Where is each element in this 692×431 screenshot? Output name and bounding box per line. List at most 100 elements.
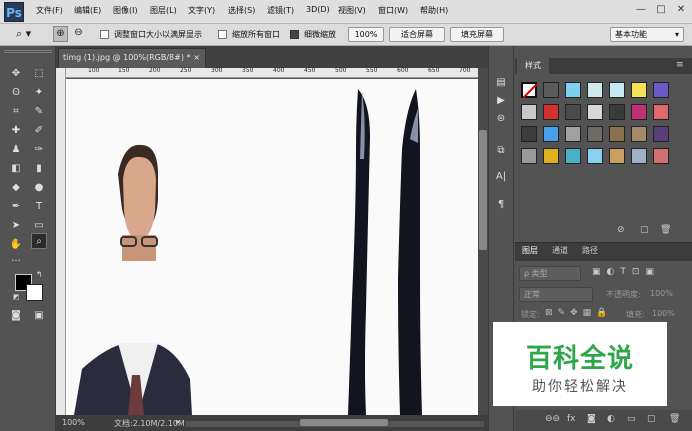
style-swatch[interactable] — [543, 126, 559, 142]
style-swatch[interactable] — [653, 104, 669, 120]
tab-layers[interactable]: 图层 — [522, 245, 538, 256]
gradient-tool-icon[interactable]: ▮ — [31, 161, 47, 177]
path-selection-tool-icon[interactable]: ➤ — [8, 218, 24, 234]
document-canvas[interactable] — [66, 79, 478, 415]
clear-style-icon[interactable]: ⊘ — [617, 225, 625, 235]
menu-window[interactable]: 窗口(W) — [378, 5, 408, 16]
status-zoom[interactable]: 100% — [62, 418, 85, 427]
menu-edit[interactable]: 编辑(E) — [74, 5, 101, 16]
style-swatch[interactable] — [543, 104, 559, 120]
status-arrow-icon[interactable]: ▸ — [176, 417, 180, 426]
zoom-all-checkbox[interactable] — [218, 30, 227, 39]
lasso-tool-icon[interactable]: ʘ — [8, 85, 24, 101]
clone-source-panel-icon[interactable]: ⧉ — [494, 144, 508, 158]
style-swatch[interactable] — [587, 148, 603, 164]
new-style-icon[interactable]: ▢ — [640, 225, 649, 235]
eraser-tool-icon[interactable]: ◧ — [8, 161, 24, 177]
blur-tool-icon[interactable]: ◆ — [8, 180, 24, 196]
move-tool-icon[interactable]: ✥ — [8, 66, 24, 82]
healing-brush-tool-icon[interactable]: ✚ — [8, 123, 24, 139]
zoom-tool-preset-icon[interactable]: ⌕ ▾ — [16, 27, 42, 43]
style-swatch[interactable] — [631, 82, 647, 98]
close-tab-icon[interactable]: × — [193, 49, 200, 67]
style-swatch[interactable] — [631, 126, 647, 142]
style-swatch[interactable] — [587, 104, 603, 120]
quick-mask-icon[interactable]: ◙ — [8, 308, 24, 324]
layer-filter-select[interactable]: ρ 类型 — [519, 266, 581, 281]
crop-tool-icon[interactable]: ⌗ — [8, 104, 24, 120]
history-panel-icon[interactable]: ▤ — [494, 76, 508, 90]
actions-panel-icon[interactable]: ▶ — [494, 94, 508, 108]
paragraph-panel-icon[interactable]: ¶ — [494, 198, 508, 212]
style-swatch[interactable] — [609, 148, 625, 164]
vertical-scrollbar-thumb[interactable] — [479, 130, 487, 250]
style-swatch[interactable] — [565, 104, 581, 120]
screen-mode-icon[interactable]: ▣ — [31, 308, 47, 324]
style-swatch[interactable] — [653, 82, 669, 98]
layer-style-icon[interactable]: fx — [567, 414, 576, 424]
style-swatch[interactable] — [543, 148, 559, 164]
style-swatch[interactable] — [521, 148, 537, 164]
close-button[interactable]: ✕ — [674, 3, 688, 17]
edit-toolbar-icon[interactable]: ··· — [8, 254, 24, 270]
restore-button[interactable]: □ — [654, 3, 668, 17]
style-swatch[interactable] — [543, 82, 559, 98]
style-swatch[interactable] — [653, 148, 669, 164]
opacity-value[interactable]: 100% — [650, 289, 673, 298]
style-swatch[interactable] — [587, 126, 603, 142]
style-swatch[interactable] — [653, 126, 669, 142]
layer-filter-icons[interactable]: ▣◐T⊡▣ — [592, 267, 660, 277]
style-swatch-none[interactable] — [521, 82, 538, 99]
zoom-tool-icon[interactable]: ⌕ — [31, 233, 47, 249]
menu-filter[interactable]: 滤镜(T) — [267, 5, 294, 16]
tools-panel-grip[interactable] — [4, 50, 52, 53]
hand-tool-icon[interactable]: ✋ — [8, 237, 24, 253]
zoom-out-icon[interactable]: ⊖ — [71, 26, 86, 42]
menu-view[interactable]: 视图(V) — [338, 5, 366, 16]
menu-help[interactable]: 帮助(H) — [420, 5, 448, 16]
menu-select[interactable]: 选择(S) — [228, 5, 255, 16]
menu-type[interactable]: 文字(Y) — [188, 5, 215, 16]
resize-windows-checkbox[interactable] — [100, 30, 109, 39]
style-swatch[interactable] — [521, 126, 537, 142]
style-swatch[interactable] — [587, 82, 603, 98]
menu-3d[interactable]: 3D(D) — [306, 5, 330, 14]
tab-styles[interactable]: 样式 — [517, 58, 549, 74]
menu-file[interactable]: 文件(F) — [36, 5, 63, 16]
vertical-ruler[interactable] — [56, 68, 66, 415]
new-group-icon[interactable]: ▭ — [627, 414, 636, 424]
eyedropper-tool-icon[interactable]: ✎ — [31, 104, 47, 120]
style-swatch[interactable] — [609, 104, 625, 120]
tab-channels[interactable]: 通道 — [552, 245, 568, 256]
style-swatch[interactable] — [565, 148, 581, 164]
delete-layer-icon[interactable]: 🗑 — [669, 414, 680, 424]
zoom-in-icon[interactable]: ⊕ — [53, 26, 68, 42]
marquee-tool-icon[interactable]: ⬚ — [31, 66, 47, 82]
style-swatch[interactable] — [631, 104, 647, 120]
style-swatch[interactable] — [565, 82, 581, 98]
minimize-button[interactable]: — — [634, 3, 648, 17]
new-layer-icon[interactable]: ▢ — [647, 414, 656, 424]
panel-menu-icon[interactable]: ≡ — [676, 60, 684, 70]
rectangle-tool-icon[interactable]: ▭ — [31, 218, 47, 234]
zoom-100-button[interactable]: 100% — [348, 27, 384, 42]
character-panel-icon[interactable]: A| — [494, 170, 508, 184]
lock-icons[interactable]: ⊠✎✥▦🔒 — [545, 308, 612, 318]
menu-layer[interactable]: 图层(L) — [150, 5, 177, 16]
dodge-tool-icon[interactable]: ● — [31, 180, 47, 196]
background-color-swatch[interactable] — [26, 284, 43, 301]
fill-value[interactable]: 100% — [652, 309, 675, 318]
swap-colors-icon[interactable]: ↰ — [36, 270, 43, 279]
fit-screen-button[interactable]: 适合屏幕 — [389, 27, 445, 42]
workspace-select[interactable]: 基本功能 ▾ — [610, 27, 684, 42]
fill-screen-button[interactable]: 填充屏幕 — [450, 27, 504, 42]
history-brush-tool-icon[interactable]: ✑ — [31, 142, 47, 158]
layer-mask-icon[interactable]: ◙ — [587, 414, 596, 424]
brush-tool-icon[interactable]: ✐ — [31, 123, 47, 139]
blend-mode-select[interactable]: 正常 — [519, 287, 593, 302]
style-swatch[interactable] — [609, 126, 625, 142]
style-swatch[interactable] — [609, 82, 625, 98]
adjustment-layer-icon[interactable]: ◐ — [607, 414, 615, 424]
pen-tool-icon[interactable]: ✒ — [8, 199, 24, 215]
type-tool-icon[interactable]: T — [31, 199, 47, 215]
